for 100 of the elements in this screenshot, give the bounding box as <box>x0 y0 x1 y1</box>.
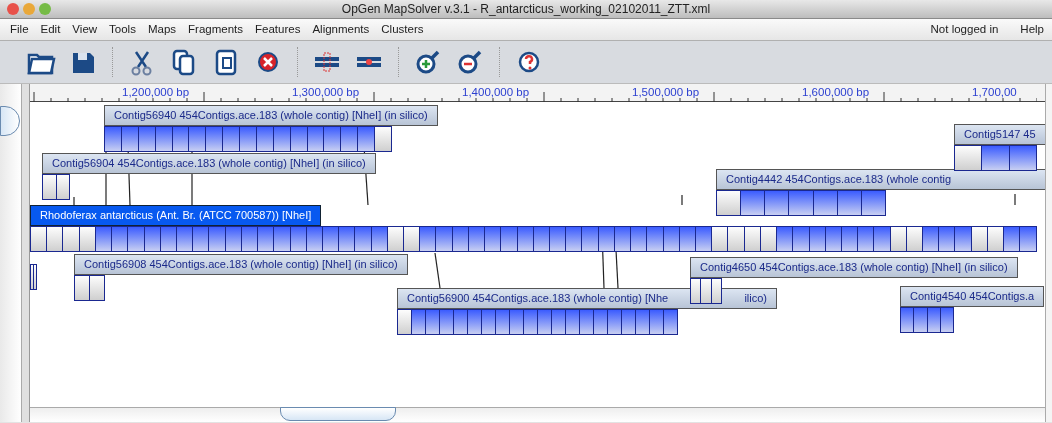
fragment[interactable] <box>580 310 594 334</box>
fragment[interactable] <box>982 146 1010 170</box>
horizontal-scrollbar[interactable] <box>30 407 1045 422</box>
fragment[interactable] <box>426 310 440 334</box>
fragment[interactable] <box>765 191 790 215</box>
map-label[interactable]: Contig5147 45 <box>954 124 1045 145</box>
map-bar[interactable] <box>397 309 678 335</box>
fragment[interactable] <box>482 310 496 334</box>
menu-item[interactable]: Alignments <box>306 19 376 40</box>
menu-item[interactable]: Help <box>1020 19 1044 40</box>
scroll-thumb[interactable] <box>0 106 20 136</box>
fragment[interactable] <box>341 127 359 151</box>
fragment[interactable] <box>1004 227 1021 251</box>
fragment[interactable] <box>412 310 426 334</box>
fragment[interactable] <box>622 310 636 334</box>
menu-item[interactable]: View <box>66 19 104 40</box>
fragment[interactable] <box>701 279 712 303</box>
fragment[interactable] <box>861 191 885 215</box>
fragment[interactable] <box>398 310 412 334</box>
fragment[interactable] <box>105 127 122 151</box>
fragment[interactable] <box>193 227 210 251</box>
fragment[interactable] <box>914 308 928 332</box>
fragment[interactable] <box>636 310 650 334</box>
map-label[interactable]: Contig4442 454Contigs.ace.183 (whole contig <box>716 169 1045 190</box>
fragment[interactable] <box>274 227 291 251</box>
scroll-thumb[interactable] <box>280 407 396 421</box>
fragment[interactable] <box>712 227 729 251</box>
vertical-scrollbar[interactable] <box>0 84 22 422</box>
menu-item[interactable]: Features <box>249 19 307 40</box>
menu-item[interactable]: Maps <box>141 19 183 40</box>
fragment[interactable] <box>566 310 580 334</box>
fragment[interactable] <box>31 227 48 251</box>
fragment[interactable] <box>189 127 207 151</box>
map-label[interactable]: Contig56908 454Contigs.ace.183 (whole contig) [NheI] (in silico) <box>74 254 408 275</box>
fragment[interactable] <box>43 175 57 199</box>
menu-item[interactable]: Clusters <box>375 19 430 40</box>
menu-item[interactable]: File <box>4 19 35 40</box>
fragment[interactable] <box>608 310 622 334</box>
fragment[interactable] <box>324 127 342 151</box>
fragment[interactable] <box>485 227 502 251</box>
fragment[interactable] <box>1009 146 1036 170</box>
fragment[interactable] <box>691 279 702 303</box>
fragment[interactable] <box>258 227 275 251</box>
fragment[interactable] <box>550 227 567 251</box>
fragment[interactable] <box>813 191 838 215</box>
fragment[interactable] <box>436 227 453 251</box>
map-label[interactable]: Contig56904 454Contigs.ace.183 (whole contig) [NheI] (in silico) <box>42 153 376 174</box>
fragment[interactable] <box>874 227 891 251</box>
fragment[interactable] <box>777 227 794 251</box>
fragment[interactable] <box>63 227 80 251</box>
map-label[interactable]: Contig56940 454Contigs.ace.183 (whole contig) [NheI] (in silico) <box>104 105 438 126</box>
fragment[interactable] <box>582 227 599 251</box>
map-bar[interactable] <box>30 226 1037 252</box>
menu-item[interactable]: Fragments <box>182 19 250 40</box>
fragment[interactable] <box>901 308 915 332</box>
fragment[interactable] <box>206 127 224 151</box>
fragment[interactable] <box>728 227 745 251</box>
fragment[interactable] <box>552 310 566 334</box>
menu-item[interactable]: Tools <box>103 19 142 40</box>
fragment[interactable] <box>789 191 814 215</box>
close-button[interactable] <box>7 3 19 15</box>
fragment[interactable] <box>631 227 648 251</box>
map-bar[interactable] <box>74 275 105 301</box>
fragment[interactable] <box>594 310 608 334</box>
map-bar[interactable] <box>42 174 70 200</box>
fragment[interactable] <box>440 310 454 334</box>
fragment[interactable] <box>75 276 90 300</box>
fragment[interactable] <box>524 310 538 334</box>
map-bar[interactable] <box>690 278 722 304</box>
fragment[interactable] <box>468 310 482 334</box>
fragment[interactable] <box>47 227 64 251</box>
vertical-scrollbar[interactable] <box>1045 84 1052 422</box>
map-bar[interactable] <box>900 307 954 333</box>
fragment[interactable] <box>112 227 129 251</box>
fragment[interactable] <box>858 227 875 251</box>
fragment[interactable] <box>501 227 518 251</box>
fragment[interactable] <box>955 146 983 170</box>
menu-item[interactable]: Edit <box>34 19 67 40</box>
map-label[interactable]: Contig56900 454Contigs.ace.183 (whole contig) [Nhe ilico) <box>397 288 777 309</box>
map-label[interactable]: Contig4540 454Contigs.a <box>900 286 1045 307</box>
map-bar[interactable] <box>716 190 886 216</box>
fragment[interactable] <box>566 227 583 251</box>
fragment[interactable] <box>741 191 766 215</box>
fragment[interactable] <box>717 191 742 215</box>
fragment[interactable] <box>240 127 257 151</box>
fragment[interactable] <box>793 227 810 251</box>
fragment[interactable] <box>650 310 664 334</box>
fragment[interactable] <box>510 310 524 334</box>
fragment[interactable] <box>339 227 356 251</box>
fragment[interactable] <box>923 227 940 251</box>
fragment[interactable] <box>939 227 956 251</box>
fragment[interactable] <box>31 265 34 289</box>
fragment[interactable] <box>355 227 372 251</box>
fragment[interactable] <box>711 279 721 303</box>
map-label[interactable]: Contig4650 454Contigs.ace.183 (whole contig) [NheI] (in silico) <box>690 257 1018 278</box>
fragment[interactable] <box>538 310 552 334</box>
fragment[interactable] <box>420 227 437 251</box>
fragment[interactable] <box>209 227 226 251</box>
fragment[interactable] <box>496 310 510 334</box>
fragment[interactable] <box>837 191 862 215</box>
